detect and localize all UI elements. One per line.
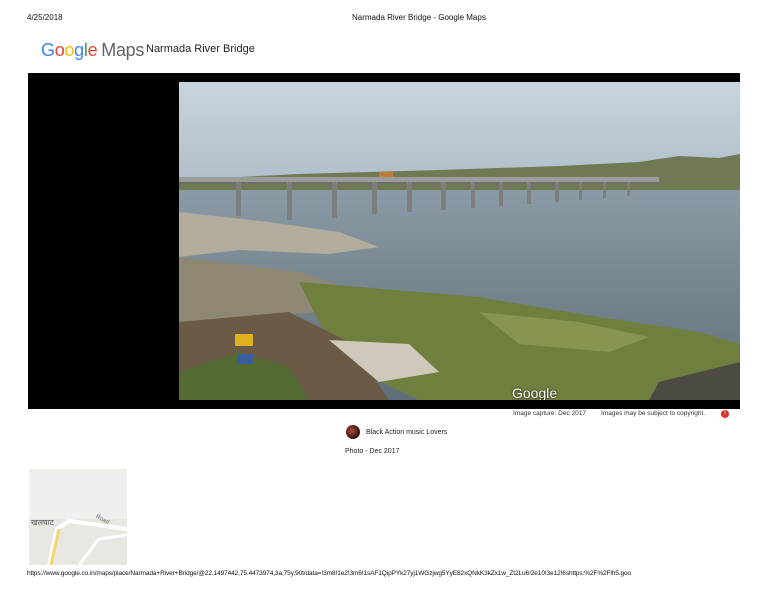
google-maps-logo[interactable]: Google Maps [41,40,144,61]
maps-label: Maps [101,40,145,60]
image-capture-date: Image capture: Dec 2017 [513,410,586,417]
print-title: Narmada River Bridge - Google Maps [352,13,486,22]
photo-viewer[interactable]: Google [28,73,740,409]
place-title: Narmada River Bridge [146,43,255,55]
print-date: 4/25/2018 [27,13,63,22]
street-photo[interactable]: Google [179,82,740,400]
river-bridge-photo [179,82,740,400]
author-name[interactable]: Black Action music Lovers [366,429,447,436]
map-label-town: खलघाट [31,518,54,527]
copyright-notice[interactable]: Images may be subject to copyright. [601,410,705,417]
photo-author[interactable]: Black Action music Lovers [346,425,447,439]
avatar[interactable] [346,425,360,439]
photo-date: Photo - Dec 2017 [345,448,400,455]
page-url: https://www.google.co.in/maps/place/Narm… [27,570,632,577]
google-watermark: Google [512,385,558,400]
mini-map[interactable]: खलघाट Road [29,469,127,565]
flag-icon[interactable]: ! [721,410,729,418]
